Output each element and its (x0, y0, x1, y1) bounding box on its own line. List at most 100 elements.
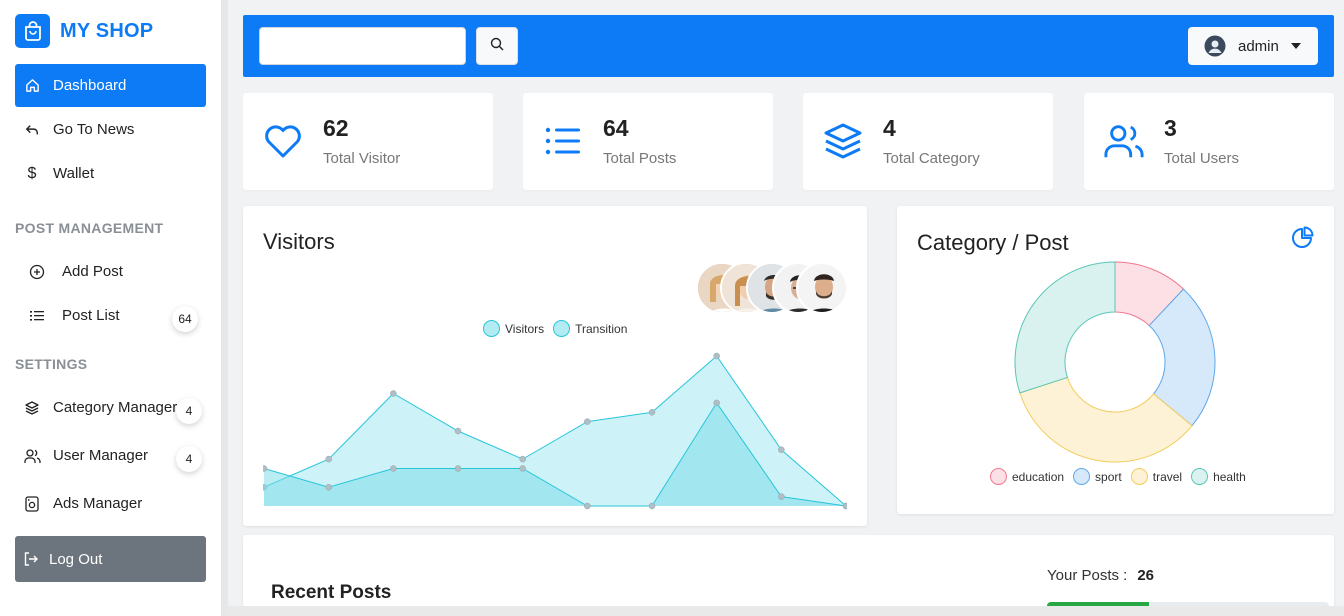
legend-label: sport (1095, 469, 1122, 484)
legend-label: travel (1152, 469, 1183, 484)
stat-label: Total Visitor (323, 150, 401, 167)
visitors-title: Visitors (263, 229, 335, 254)
legend-label: health (1213, 469, 1246, 484)
recent-posts-panel: Recent Posts Your Posts : 26 (243, 535, 1334, 616)
stat-label: Total Posts (603, 150, 677, 167)
search-icon (490, 37, 504, 56)
sidebar-item-ads-manager[interactable]: Ads Manager (15, 482, 206, 525)
post-list-badge: 64 (172, 306, 198, 332)
avatar[interactable] (796, 262, 848, 314)
stat-value: 62 (323, 115, 349, 141)
home-icon (23, 77, 41, 95)
data-point (390, 465, 397, 472)
pie-chart-icon[interactable] (1290, 226, 1314, 255)
data-point (325, 484, 332, 491)
data-point (263, 465, 268, 472)
sidebar-item-label: User Manager (53, 447, 149, 464)
category-manager-badge: 4 (176, 398, 202, 424)
stat-value: 4 (883, 115, 896, 141)
list-icon (543, 121, 583, 161)
legend-item-sport[interactable]: sport (1073, 468, 1122, 485)
section-post-management: POST MANAGEMENT (15, 220, 164, 236)
your-posts-value: 26 (1137, 567, 1155, 584)
recent-posts-title: Recent Posts (271, 582, 392, 603)
sidebar: MY SHOP Dashboard Go To News $ Wallet PO… (0, 0, 222, 616)
stat-card-visitors: 62 Total Visitor (243, 93, 493, 190)
sidebar-divider (222, 0, 228, 616)
your-posts-label: Your Posts : (1047, 567, 1128, 584)
legend-swatch (1073, 468, 1091, 485)
logout-button[interactable]: Log Out (15, 536, 206, 582)
your-posts-summary: Your Posts : 26 (1047, 567, 1154, 584)
logout-icon (23, 551, 39, 567)
data-point (778, 493, 785, 500)
sidebar-item-label: Add Post (62, 263, 123, 280)
brand[interactable]: MY SHOP (15, 14, 153, 48)
data-point (584, 502, 591, 510)
layers-icon (823, 121, 863, 161)
data-point (648, 409, 656, 416)
category-legend: education sport travel health (990, 468, 1255, 485)
list-icon (28, 307, 46, 325)
sidebar-item-label: Ads Manager (53, 495, 143, 512)
brand-name: MY SHOP (60, 19, 154, 42)
sidebar-item-label: Dashboard (53, 77, 127, 94)
sidebar-item-label: Wallet (53, 165, 95, 182)
users-icon (23, 447, 41, 465)
user-avatar-icon (1204, 35, 1226, 57)
sidebar-item-label: Go To News (53, 121, 135, 138)
sidebar-item-wallet[interactable]: $ Wallet (15, 152, 206, 195)
visitor-avatars (696, 262, 848, 314)
stat-card-category: 4 Total Category (803, 93, 1053, 190)
data-point (584, 418, 591, 425)
search-button[interactable] (476, 27, 518, 65)
sidebar-item-go-to-news[interactable]: Go To News (15, 108, 206, 151)
user-name: admin (1238, 37, 1279, 55)
chevron-down-icon (1290, 43, 1301, 49)
data-point (713, 399, 720, 407)
user-menu-button[interactable]: admin (1188, 27, 1318, 65)
visitors-area-chart (263, 352, 847, 510)
data-point (390, 390, 397, 397)
user-manager-badge: 4 (176, 446, 202, 472)
data-point (648, 502, 656, 510)
plus-circle-icon (28, 263, 46, 281)
category-donut-chart (1014, 261, 1216, 463)
slice-health (1014, 261, 1116, 394)
data-point (519, 455, 526, 463)
section-settings: SETTINGS (15, 356, 88, 372)
users-icon (1104, 121, 1144, 161)
stat-label: Total Category (883, 150, 980, 167)
sidebar-item-dashboard[interactable]: Dashboard (15, 64, 206, 107)
legend-item-travel[interactable]: travel (1130, 468, 1183, 485)
legend-item-education[interactable]: education (990, 468, 1064, 485)
heart-icon (263, 121, 303, 161)
stat-label: Total Users (1164, 150, 1240, 167)
stat-value: 64 (603, 115, 629, 141)
legend-label: education (1012, 469, 1065, 484)
data-point (454, 427, 462, 435)
sidebar-item-add-post[interactable]: Add Post (15, 250, 206, 293)
top-navbar: admin (243, 15, 1334, 77)
data-point (713, 352, 720, 360)
layers-icon (23, 399, 41, 417)
data-point (778, 446, 785, 453)
search-input[interactable] (259, 27, 466, 65)
data-point (519, 465, 526, 472)
stat-card-users: 3 Total Users (1084, 93, 1334, 190)
data-point (454, 465, 462, 472)
sidebar-item-label: Post List (62, 307, 120, 324)
category-title: Category / Post (917, 230, 1069, 255)
stat-value: 3 (1164, 115, 1177, 141)
return-arrow-icon (23, 121, 41, 139)
legend-swatch (1191, 468, 1209, 485)
logout-label: Log Out (49, 550, 103, 568)
data-point (842, 502, 847, 510)
legend-swatch (990, 468, 1007, 485)
legend-item-health[interactable]: health (1191, 468, 1246, 485)
horizontal-scrollbar[interactable] (228, 606, 1344, 616)
sidebar-item-label: Category Manager (53, 399, 178, 416)
stat-card-posts: 64 Total Posts (523, 93, 773, 190)
data-point (325, 455, 332, 463)
category-panel: Category / Post education sport travel h… (897, 206, 1334, 514)
